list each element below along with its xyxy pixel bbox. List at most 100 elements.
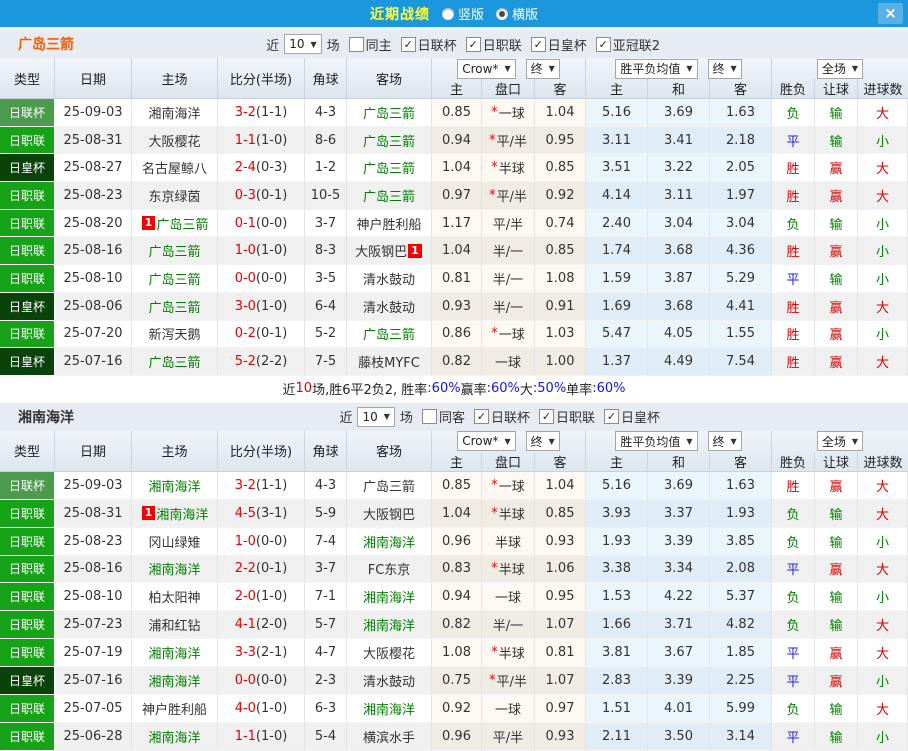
final-odds-select[interactable]: 终 ▼ — [525, 431, 560, 452]
league-filter-label[interactable]: 日职联 — [483, 35, 522, 54]
result-handicap: 输 — [815, 265, 858, 293]
corner-score: 8-6 — [305, 126, 347, 155]
avg-lose-odds: 5.29 — [710, 265, 772, 293]
fulltime-select[interactable]: 全场 ▼ — [816, 58, 864, 79]
result-wdl: 负 — [772, 611, 815, 640]
league-filter-checkbox[interactable]: ✓ — [473, 409, 489, 425]
home-odds: 0.81 — [432, 265, 482, 293]
team1-table-header: 类型 日期 主场 比分(半场) 角球 客场 Crow* ▼ 终 ▼ 胜平负均值 ▼ 终… — [0, 58, 908, 99]
odds-company-select[interactable]: Crow* ▼ — [457, 431, 516, 452]
fulltime-select[interactable]: 全场 ▼ — [816, 431, 864, 452]
match-date: 25-08-27 — [55, 154, 132, 183]
corner-score: 4-3 — [305, 99, 347, 127]
col-handicap: 盘口 — [482, 79, 535, 98]
odds-company-select[interactable]: Crow* ▼ — [457, 58, 516, 79]
avg-draw-odds: 3.67 — [648, 639, 710, 668]
avg-win-odds: 2.11 — [586, 722, 648, 751]
result-wdl: 平 — [772, 667, 815, 695]
corner-score: 2-3 — [305, 667, 347, 695]
result-wdl: 胜 — [772, 154, 815, 183]
col-type: 类型 — [0, 430, 55, 471]
avg-draw-odds: 3.71 — [648, 611, 710, 640]
result-goals: 小 — [858, 320, 908, 349]
match-type-badge: 日皇杯 — [0, 667, 55, 695]
home-team: 神户胜利船 — [132, 695, 218, 723]
league-filter-label[interactable]: 亚冠联2 — [613, 35, 660, 54]
league-filter-label[interactable]: 日联杯 — [491, 407, 530, 426]
match-score: 3-0 (1-0) — [218, 292, 305, 321]
summary-text: :60% — [592, 381, 626, 397]
avg-lose-odds: 2.05 — [710, 154, 772, 183]
away-odds: 1.06 — [535, 555, 586, 584]
favored-star: * — [489, 673, 496, 689]
result-wdl: 胜 — [772, 182, 815, 210]
away-odds: 0.74 — [535, 209, 586, 238]
radio-vertical-layout[interactable] — [441, 7, 454, 20]
corner-score: 4-7 — [305, 639, 347, 668]
avg-win-odds: 5.16 — [586, 471, 648, 500]
result-handicap: 赢 — [815, 154, 858, 183]
match-score: 3-2 (1-1) — [218, 99, 305, 127]
team1-section: 广岛三箭 近 10 ▼ 场同主 ✓ 日联杯 ✓ 日职联 ✓ 日皇杯 ✓ 亚冠联2 类型 日期 主场 比… — [0, 27, 908, 402]
league-filter-label[interactable]: 日皇杯 — [548, 35, 587, 54]
home-team: 1 湘南海洋 — [132, 499, 218, 528]
league-filter-checkbox[interactable]: ✓ — [603, 409, 619, 425]
titlebar: 近期战绩 竖版 横版 × — [0, 0, 908, 27]
match-score: 0-1 (0-0) — [218, 209, 305, 238]
league-filter-checkbox[interactable]: ✓ — [400, 36, 416, 52]
avg-zone: 胜平负均值 ▼ 终 ▼ — [586, 430, 772, 452]
handicap-line: 一球 — [482, 348, 535, 376]
final-avg-select[interactable]: 终 ▼ — [707, 431, 742, 452]
same-venue-label[interactable]: 同主 — [366, 35, 392, 54]
corner-score: 5-2 — [305, 320, 347, 349]
avg-win-odds: 1.37 — [586, 348, 648, 376]
result-handicap: 输 — [815, 611, 858, 640]
home-team: 湘南海洋 — [132, 99, 218, 127]
avg-lose-odds: 1.63 — [710, 99, 772, 127]
corner-score: 1-2 — [305, 154, 347, 183]
avg-odds-select[interactable]: 胜平负均值 ▼ — [615, 431, 698, 452]
radio-vertical-label[interactable]: 竖版 — [458, 4, 484, 23]
league-filter-checkbox[interactable]: ✓ — [595, 36, 611, 52]
home-team: 广岛三箭 — [132, 348, 218, 376]
team2-name: 湘南海洋 — [18, 409, 74, 426]
result-goals: 小 — [858, 265, 908, 293]
radio-horizontal-layout[interactable] — [496, 7, 508, 20]
match-count-select[interactable]: 10 ▼ — [284, 34, 322, 54]
league-filter-label[interactable]: 日联杯 — [418, 35, 457, 54]
home-odds: 0.93 — [432, 292, 482, 321]
league-filter-checkbox[interactable]: ✓ — [538, 409, 554, 425]
red-card-count: 1 — [408, 243, 422, 258]
result-wdl: 负 — [772, 695, 815, 723]
col-result-wdl: 胜负 — [772, 79, 815, 98]
col-result-handicap: 让球 — [815, 451, 858, 471]
same-venue-checkbox[interactable] — [421, 409, 437, 425]
match-count-select[interactable]: 10 ▼ — [357, 406, 395, 427]
col-home-odds: 主 — [432, 79, 482, 98]
avg-odds-select[interactable]: 胜平负均值 ▼ — [615, 58, 698, 79]
chevron-down-icon: ▼ — [548, 436, 555, 446]
avg-lose-odds: 3.14 — [710, 722, 772, 751]
handicap-line: * 半球 — [482, 639, 535, 668]
final-odds-select[interactable]: 终 ▼ — [525, 58, 560, 79]
handicap-line: * 平/半 — [482, 182, 535, 210]
avg-draw-odds: 3.50 — [648, 722, 710, 751]
radio-horizontal-label[interactable]: 横版 — [512, 4, 538, 23]
away-team: 湘南海洋 — [347, 695, 432, 723]
league-filter-checkbox[interactable]: ✓ — [465, 36, 481, 52]
match-date: 25-08-06 — [55, 292, 132, 321]
corner-score: 3-7 — [305, 555, 347, 584]
league-filter-label[interactable]: 日职联 — [556, 407, 595, 426]
result-handicap: 赢 — [815, 667, 858, 695]
league-filter-checkbox[interactable]: ✓ — [530, 36, 546, 52]
close-button[interactable]: × — [878, 3, 903, 24]
same-venue-checkbox[interactable] — [348, 36, 364, 52]
col-home: 主场 — [132, 430, 218, 471]
away-team: 广岛三箭 — [347, 126, 432, 155]
final-avg-select[interactable]: 终 ▼ — [707, 58, 742, 79]
same-venue-label[interactable]: 同客 — [439, 407, 465, 426]
league-filter-label[interactable]: 日皇杯 — [621, 407, 660, 426]
match-type-badge: 日职联 — [0, 695, 55, 723]
favored-star: * — [489, 187, 496, 203]
away-odds: 0.81 — [535, 639, 586, 668]
